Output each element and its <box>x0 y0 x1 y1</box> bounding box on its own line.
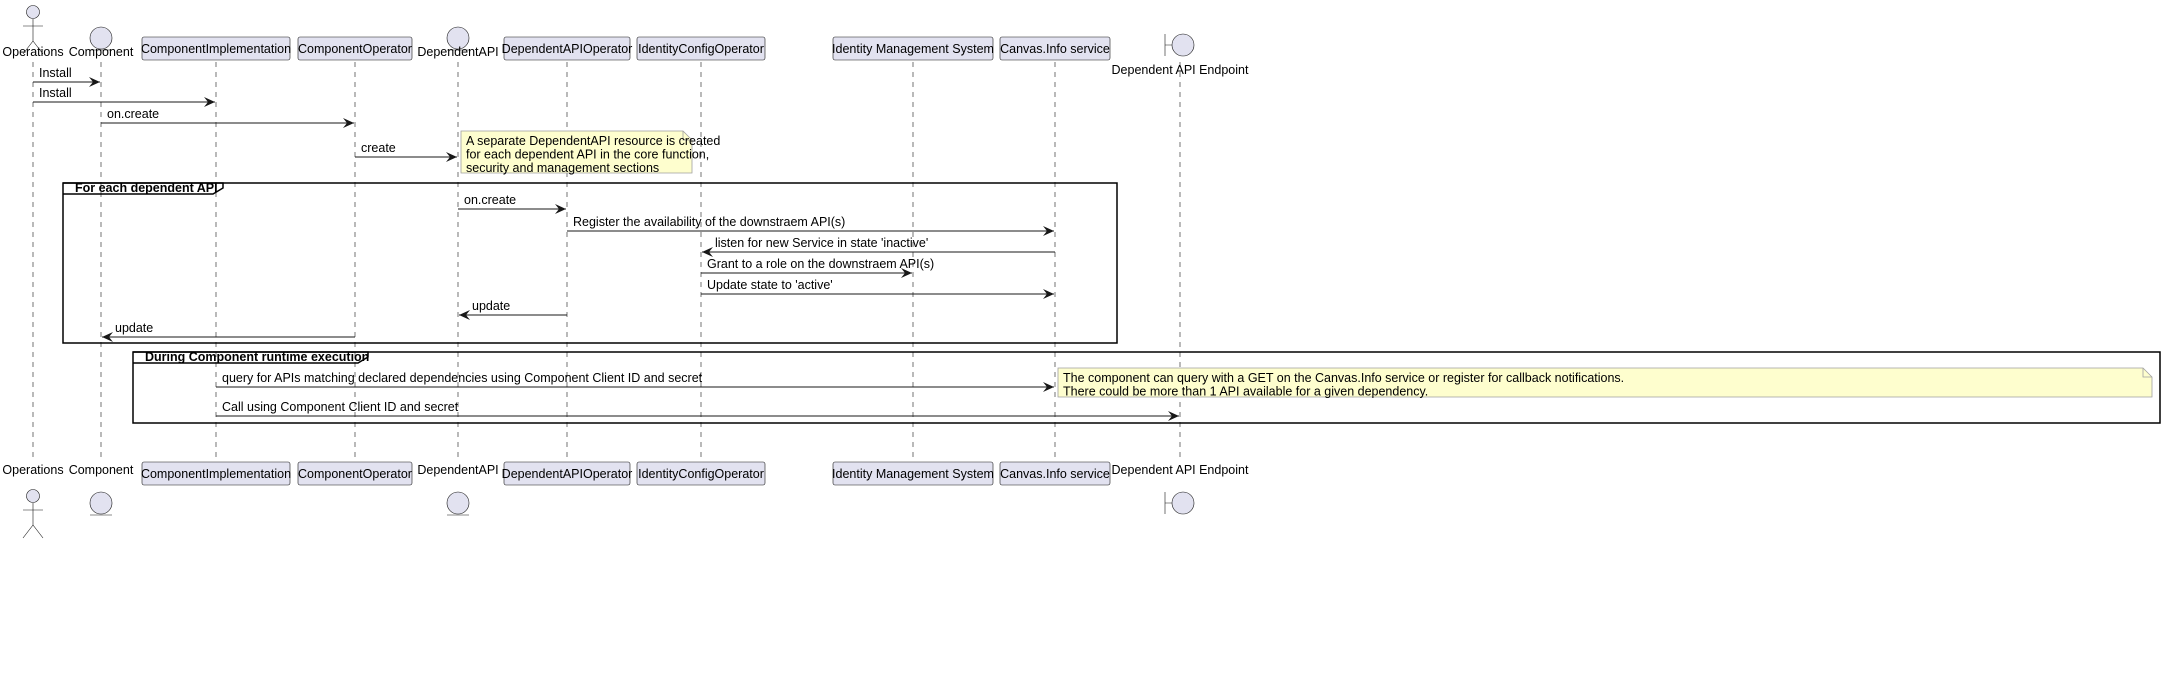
message-arrow: Grant to a role on the downstraem API(s) <box>701 257 934 278</box>
participant-component: Component <box>69 26 134 59</box>
note-text: The component can query with a GET on th… <box>1063 371 1624 385</box>
participant-operations: Operations <box>2 463 64 539</box>
message-label: create <box>361 141 396 155</box>
participant-dependentapioperator: DependentAPIOperator <box>502 461 633 486</box>
message-arrow: create <box>355 141 457 162</box>
participant-componentimplementation: ComponentImplementation <box>141 36 291 61</box>
participant-identity-management-system: Identity Management System <box>832 36 994 61</box>
participant-label: ComponentImplementation <box>141 467 291 481</box>
participant-label: Canvas.Info service <box>1000 467 1110 481</box>
participant-label: IdentityConfigOperator <box>638 467 764 481</box>
participant-label: DependentAPI <box>417 45 498 59</box>
participant-canvas-info-service: Canvas.Info service <box>999 461 1111 486</box>
message-label: update <box>115 321 153 335</box>
participant-label: ComponentOperator <box>298 467 412 481</box>
participant-componentimplementation: ComponentImplementation <box>141 461 291 486</box>
message-arrow: on.create <box>458 193 566 214</box>
participant-label: DependentAPIOperator <box>502 42 633 56</box>
participant-label: ComponentImplementation <box>141 42 291 56</box>
message-arrow: update <box>459 299 567 320</box>
message-label: Grant to a role on the downstraem API(s) <box>707 257 934 271</box>
participant-dependent-api-endpoint: Dependent API Endpoint <box>1112 463 1249 515</box>
participant-dependentapi: DependentAPI <box>417 26 499 59</box>
actor-icon <box>22 489 44 539</box>
message-label: on.create <box>107 107 159 121</box>
message-label: Install <box>39 86 72 100</box>
participant-dependent-api-endpoint: Dependent API Endpoint <box>1112 33 1249 77</box>
message-arrow: Update state to 'active' <box>701 278 1054 299</box>
participant-label: IdentityConfigOperator <box>638 42 764 56</box>
message-label: Call using Component Client ID and secre… <box>222 400 459 414</box>
message-arrow: on.create <box>101 107 354 128</box>
participant-label: ComponentOperator <box>298 42 412 56</box>
participant-label: Component <box>69 463 134 477</box>
message-arrow: Register the availability of the downstr… <box>567 215 1054 236</box>
message-label: query for APIs matching declared depende… <box>222 371 703 385</box>
message-label: update <box>472 299 510 313</box>
group-frame: For each dependent API <box>62 181 1118 344</box>
boundary-icon <box>1164 33 1195 57</box>
participant-label: Operations <box>2 45 63 59</box>
entity-icon <box>446 491 470 516</box>
participant-componentoperator: ComponentOperator <box>297 461 413 486</box>
participant-componentoperator: ComponentOperator <box>297 36 413 61</box>
note-text: A separate DependentAPI resource is crea… <box>466 134 720 148</box>
message-label: Update state to 'active' <box>707 278 833 292</box>
message-arrow: update <box>102 321 355 342</box>
note: The component can query with a GET on th… <box>1057 367 2153 399</box>
note: A separate DependentAPI resource is crea… <box>460 130 720 175</box>
group-label: For each dependent API <box>75 181 218 195</box>
sequence-diagram: For each dependent API During Component r… <box>2 5 2161 539</box>
participant-label: DependentAPIOperator <box>502 467 633 481</box>
participant-canvas-info-service: Canvas.Info service <box>999 36 1111 61</box>
message-arrow: Call using Component Client ID and secre… <box>216 400 1179 421</box>
participant-label: Canvas.Info service <box>1000 42 1110 56</box>
participant-dependentapi: DependentAPI <box>417 463 499 516</box>
participant-component: Component <box>69 463 134 516</box>
message-label: listen for new Service in state 'inactiv… <box>715 236 928 250</box>
participant-label: Dependent API Endpoint <box>1112 63 1249 77</box>
participant-label: Identity Management System <box>832 467 994 481</box>
participant-label: DependentAPI <box>417 463 498 477</box>
entity-icon <box>89 491 113 516</box>
message-arrow: Install <box>33 66 100 87</box>
participant-label: Dependent API Endpoint <box>1112 463 1249 477</box>
participant-identity-management-system: Identity Management System <box>832 461 994 486</box>
note-text: security and management sections <box>466 161 659 175</box>
boundary-icon <box>1164 491 1195 515</box>
participant-label: Identity Management System <box>832 42 994 56</box>
participant-dependentapioperator: DependentAPIOperator <box>502 36 633 61</box>
participant-label: Component <box>69 45 134 59</box>
note-text: for each dependent API in the core funct… <box>466 148 709 162</box>
group-label: During Component runtime execution <box>145 350 369 364</box>
message-arrow: Install <box>33 86 215 107</box>
participant-operations: Operations <box>2 5 64 59</box>
message-arrow: query for APIs matching declared depende… <box>216 371 1054 392</box>
message-label: on.create <box>464 193 516 207</box>
message-label: Install <box>39 66 72 80</box>
message-label: Register the availability of the downstr… <box>573 215 845 229</box>
message-arrow: listen for new Service in state 'inactiv… <box>702 236 1055 257</box>
participant-label: Operations <box>2 463 63 477</box>
note-text: There could be more than 1 API available… <box>1063 385 1428 399</box>
participant-identityconfigoperator: IdentityConfigOperator <box>636 461 766 486</box>
participant-identityconfigoperator: IdentityConfigOperator <box>636 36 766 61</box>
